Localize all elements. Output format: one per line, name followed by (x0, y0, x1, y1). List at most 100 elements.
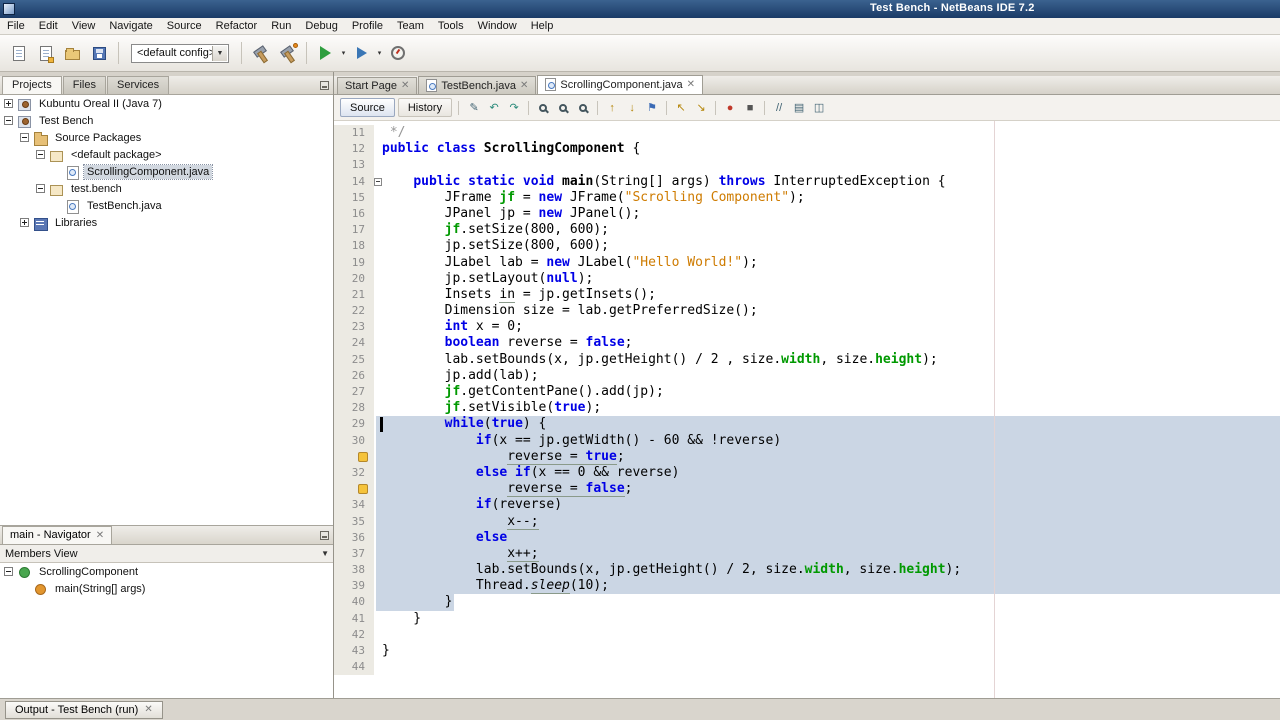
suggestion-icon[interactable] (358, 451, 368, 462)
suggestion-icon[interactable] (358, 484, 368, 495)
build-project-icon[interactable] (247, 40, 274, 66)
debug-project-icon[interactable] (348, 40, 375, 66)
menu-view[interactable]: View (65, 19, 103, 33)
collapse-icon[interactable] (20, 133, 29, 142)
code-line-17[interactable]: 17 jf.setSize(800, 600); (334, 222, 1280, 239)
projects-tree-item-test-bench[interactable]: test.bench (0, 180, 333, 197)
chevron-down-icon[interactable]: ▾ (339, 49, 348, 57)
menu-refactor[interactable]: Refactor (209, 19, 265, 33)
toggle-bookmark-icon[interactable]: ⚑ (643, 99, 661, 117)
code-line-36[interactable]: 36 else (334, 529, 1280, 546)
close-icon[interactable]: ✕ (401, 81, 409, 91)
tab-projects[interactable]: Projects (2, 76, 62, 94)
start-macro-recording-icon[interactable]: ● (721, 99, 739, 117)
doc-tab-start-page[interactable]: Start Page ✕ (337, 77, 418, 94)
projects-tree-item-kubuntu-oreal-ii-java-7[interactable]: Kubuntu Oreal II (Java 7) (0, 95, 333, 112)
code-line-20[interactable]: 20 jp.setLayout(null); (334, 270, 1280, 287)
doc-tab-testbench-java[interactable]: TestBench.java ✕ (418, 76, 537, 94)
code-line-14[interactable]: 14 public static void main(String[] args… (334, 173, 1280, 190)
close-icon[interactable]: ✕ (144, 704, 152, 715)
navigator-tree-item-scrollingcomponent[interactable]: ScrollingComponent (0, 563, 333, 580)
toggle-highlight-search-icon[interactable] (574, 99, 592, 117)
code-line-43[interactable]: 43} (334, 643, 1280, 660)
projects-tree-item-test-bench[interactable]: Test Bench (0, 112, 333, 129)
code-line-38[interactable]: 38 lab.setBounds(x, jp.getHeight() / 2, … (334, 562, 1280, 579)
projects-tree-item-scrollingcomponent-java[interactable]: ScrollingComponent.java (0, 163, 333, 180)
code-line-19[interactable]: 19 JLabel lab = new JLabel("Hello World!… (334, 254, 1280, 271)
open-project-icon[interactable] (59, 40, 86, 66)
menu-file[interactable]: File (0, 19, 32, 33)
chevron-down-icon[interactable]: ▾ (375, 49, 384, 57)
code-line-28[interactable]: 28 jf.setVisible(true); (334, 400, 1280, 417)
code-line-33[interactable]: reverse = false; (334, 481, 1280, 498)
last-edit-icon[interactable]: ✎ (465, 99, 483, 117)
stop-macro-recording-icon[interactable]: ■ (741, 99, 759, 117)
code-line-42[interactable]: 42 (334, 626, 1280, 643)
code-line-15[interactable]: 15 JFrame jf = new JFrame("Scrolling Com… (334, 189, 1280, 206)
menu-help[interactable]: Help (524, 19, 561, 33)
menu-window[interactable]: Window (471, 19, 524, 33)
previous-bookmark-icon[interactable]: ↑ (603, 99, 621, 117)
code-line-11[interactable]: 11 */ (334, 125, 1280, 142)
doc-tab-scrollingcomponent-java[interactable]: ScrollingComponent.java ✕ (537, 75, 704, 94)
code-line-24[interactable]: 24 boolean reverse = false; (334, 335, 1280, 352)
menu-edit[interactable]: Edit (32, 19, 65, 33)
back-icon[interactable]: ↶ (485, 99, 503, 117)
close-icon[interactable]: ✕ (96, 530, 104, 541)
minimize-panel-button[interactable] (320, 531, 329, 540)
find-occurrences-icon[interactable] (554, 99, 572, 117)
menu-tools[interactable]: Tools (431, 19, 471, 33)
tab-services[interactable]: Services (106, 76, 170, 94)
code-line-35[interactable]: 35 x--; (334, 513, 1280, 530)
code-line-18[interactable]: 18 jp.setSize(800, 600); (334, 238, 1280, 255)
code-line-39[interactable]: 39 Thread.sleep(10); (334, 578, 1280, 595)
code-line-26[interactable]: 26 jp.add(lab); (334, 367, 1280, 384)
next-bookmark-icon[interactable]: ↓ (623, 99, 641, 117)
expand-icon[interactable] (4, 99, 13, 108)
collapse-icon[interactable] (4, 567, 13, 576)
members-view-select[interactable]: Members View ▼ (0, 545, 333, 563)
projects-tree-item-default-package[interactable]: <default package> (0, 146, 333, 163)
menu-source[interactable]: Source (160, 19, 209, 33)
save-all-icon[interactable] (86, 40, 113, 66)
menu-team[interactable]: Team (390, 19, 431, 33)
code-line-12[interactable]: 12 public class ScrollingComponent { (334, 141, 1280, 158)
code-line-29[interactable]: 29 while(true) { (334, 416, 1280, 433)
code-fold-icon[interactable] (374, 177, 382, 186)
collapse-icon[interactable] (36, 184, 45, 193)
code-line-21[interactable]: 21 Insets in = jp.getInsets(); (334, 286, 1280, 304)
code-line-13[interactable]: 13 (334, 157, 1280, 174)
new-project-icon[interactable] (32, 40, 59, 66)
menu-debug[interactable]: Debug (298, 19, 344, 33)
new-file-icon[interactable] (5, 40, 32, 66)
menu-run[interactable]: Run (264, 19, 298, 33)
code-line-40[interactable]: 40 } (334, 594, 1280, 611)
menu-navigate[interactable]: Navigate (102, 19, 159, 33)
code-line-41[interactable]: 41 } (334, 610, 1280, 627)
find-selection-icon[interactable] (534, 99, 552, 117)
navigator-tab[interactable]: main - Navigator ✕ (2, 526, 113, 544)
code-editor[interactable]: 11 */12 public class ScrollingComponent {… (334, 121, 1280, 698)
clean-build-project-icon[interactable] (274, 40, 301, 66)
projects-tree-item-source-packages[interactable]: Source Packages (0, 129, 333, 146)
code-line-32[interactable]: 32 else if(x == 0 && reverse) (334, 464, 1280, 482)
code-line-31[interactable]: reverse = true; (334, 448, 1280, 465)
close-icon[interactable]: ✕ (687, 79, 695, 90)
comment-icon[interactable]: // (770, 99, 788, 117)
profile-project-icon[interactable] (384, 40, 411, 66)
code-line-37[interactable]: 37 x++; (334, 545, 1280, 563)
expand-icon[interactable] (20, 218, 29, 227)
projects-tree-item-testbench-java[interactable]: TestBench.java (0, 197, 333, 214)
close-icon[interactable]: ✕ (520, 80, 528, 91)
navigator-tree-item-main-string-args[interactable]: main(String[] args) (0, 580, 333, 597)
menu-profile[interactable]: Profile (345, 19, 390, 33)
projects-tree-item-libraries[interactable]: Libraries (0, 214, 333, 231)
code-line-34[interactable]: 34 if(reverse) (334, 497, 1280, 514)
config-select[interactable]: <default config> ▼ (131, 43, 229, 63)
code-line-25[interactable]: 25 lab.setBounds(x, jp.getHeight() / 2 ,… (334, 351, 1280, 368)
output-tab[interactable]: Output - Test Bench (run) ✕ (5, 700, 163, 719)
code-line-30[interactable]: 30 if(x == jp.getWidth() - 60 && !revers… (334, 432, 1280, 449)
shift-left-icon[interactable]: ↖ (672, 99, 690, 117)
tab-files[interactable]: Files (62, 76, 106, 94)
titlebar[interactable]: Test Bench - NetBeans IDE 7.2 (0, 0, 1280, 18)
